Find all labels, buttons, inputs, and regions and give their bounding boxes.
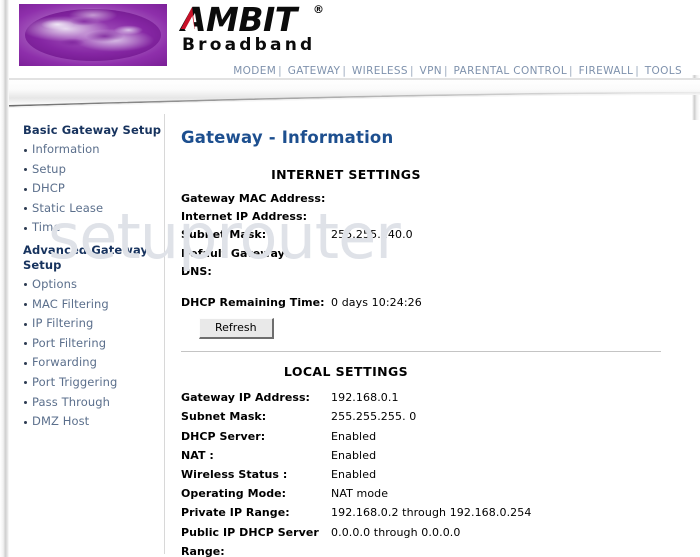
dhcp-remaining-time-table: DHCP Remaining Time: 0 days 10:24:26 — [181, 294, 422, 312]
sidebar-item-port-filtering[interactable]: Port Filtering — [23, 334, 163, 354]
sidebar-item-forwarding[interactable]: Forwarding — [23, 353, 163, 373]
nav-separator: | — [569, 65, 573, 77]
field-label-dns: DNS: — [181, 264, 212, 278]
field-value-local-subnet-mask: 255.255.255. 0 — [331, 410, 417, 424]
table-row: NAT : Enabled — [181, 446, 531, 465]
page-header: AMBIT ® Broadband MODEM | GATEWAY | WIRELE… — [9, 0, 700, 77]
table-row: Public IP DHCP Server Range: 0.0.0.0 thr… — [181, 523, 531, 557]
field-label-gateway-ip-address: Gateway IP Address: — [181, 391, 310, 405]
field-value-dhcp-server: Enabled — [331, 429, 377, 443]
field-label-operating-mode: Operating Mode: — [181, 487, 287, 501]
sidebar-heading-basic-gateway-setup: Basic Gateway Setup — [23, 123, 162, 137]
registered-mark: ® — [313, 3, 324, 16]
router-admin-page: AMBIT ® Broadband MODEM | GATEWAY | WIRELE… — [0, 0, 700, 557]
table-row: Subnet Mask: 255.255.240.0 — [181, 226, 413, 244]
table-row: Gateway IP Address: 192.168.0.1 — [181, 388, 531, 407]
field-label-private-ip-range: Private IP Range: — [181, 506, 290, 520]
sidebar-item-static-lease[interactable]: Static Lease — [23, 199, 163, 219]
table-row: Internet IP Address: — [181, 208, 413, 226]
sidebar-item-port-triggering[interactable]: Port Triggering — [23, 373, 163, 393]
sidebar-item-time[interactable]: Time — [23, 218, 163, 238]
refresh-button-row: Refresh — [199, 316, 693, 340]
nav-item-gateway[interactable]: GATEWAY — [288, 65, 341, 77]
internet-settings-table: Gateway MAC Address: Internet IP Address… — [181, 190, 413, 281]
brand-tagline: Broadband — [182, 35, 316, 55]
field-value-dhcp-remaining-time: 0 days 10:24:26 — [331, 296, 422, 310]
page-content: Basic Gateway Setup Information Setup DH… — [9, 112, 700, 557]
nav-separator: | — [443, 65, 448, 77]
header-divider-graphic — [9, 78, 700, 108]
sidebar-navigation: Basic Gateway Setup Information Setup DH… — [23, 123, 163, 432]
nav-item-tools[interactable]: TOOLS — [645, 65, 682, 77]
refresh-button[interactable]: Refresh — [199, 318, 274, 340]
brand-logo: AMBIT ® Broadband — [180, 2, 361, 64]
nav-item-vpn[interactable]: VPN — [420, 65, 442, 77]
field-label-dhcp-server: DHCP Server: — [181, 429, 266, 443]
field-value-public-ip-dhcp-server-range: 0.0.0.0 through 0.0.0.0 — [331, 525, 461, 539]
field-value-dns — [331, 263, 413, 281]
sidebar-item-ip-filtering[interactable]: IP Filtering — [23, 314, 163, 334]
sidebar-item-dmz-host[interactable]: DMZ Host — [23, 412, 163, 432]
window-left-border — [0, 0, 9, 557]
table-row: Subnet Mask: 255.255.255. 0 — [181, 407, 531, 426]
sidebar-item-setup[interactable]: Setup — [23, 160, 163, 180]
field-label-local-subnet-mask: Subnet Mask: — [181, 410, 267, 424]
globe-icon — [19, 4, 167, 66]
field-label-wireless-status: Wireless Status : — [181, 468, 288, 482]
sidebar-item-options[interactable]: Options — [23, 275, 163, 295]
sidebar-heading-advanced-gateway-setup: Advanced Gateway Setup — [23, 242, 149, 272]
field-value-gateway-ip-address: 192.168.0.1 — [331, 391, 399, 405]
nav-item-wireless[interactable]: WIRELESS — [352, 65, 408, 77]
local-settings-heading: LOCAL SETTINGS — [283, 364, 409, 380]
sidebar-item-information[interactable]: Information — [23, 140, 163, 160]
field-label-nat: NAT : — [181, 448, 214, 462]
field-value-wireless-status: Enabled — [331, 468, 377, 482]
table-row: Wireless Status : Enabled — [181, 465, 531, 484]
field-value-gateway-mac-address — [331, 190, 413, 208]
field-value-nat: Enabled — [331, 448, 377, 462]
table-row: Gateway MAC Address: — [181, 190, 413, 208]
nav-separator: | — [409, 65, 414, 77]
field-label-dhcp-remaining-time: DHCP Remaining Time: — [181, 296, 325, 310]
field-label-gateway-mac-address: Gateway MAC Address: — [181, 192, 326, 205]
nav-separator: | — [342, 65, 347, 77]
nav-item-modem[interactable]: MODEM — [233, 65, 276, 77]
field-label-default-gateway: Default Gateway: — [181, 246, 290, 260]
field-label-internet-ip-address: Internet IP Address: — [181, 210, 308, 224]
sidebar-divider — [164, 114, 165, 554]
nav-item-firewall[interactable]: FIREWALL — [579, 65, 634, 77]
main-panel: Gateway - Information INTERNET SETTINGS … — [173, 116, 693, 557]
table-row: DHCP Remaining Time: 0 days 10:24:26 — [181, 294, 422, 312]
field-value-default-gateway — [331, 245, 413, 263]
table-row: Operating Mode: NAT mode — [181, 484, 531, 503]
section-divider — [181, 351, 661, 353]
internet-settings-heading: INTERNET SETTINGS — [271, 167, 421, 182]
top-navigation: MODEM | GATEWAY | WIRELESS | VPN | PARENTAL … — [233, 65, 682, 77]
nav-item-parental-control[interactable]: PARENTAL CONTROL — [454, 65, 567, 77]
local-settings-table: Gateway IP Address: 192.168.0.1 Subnet M… — [181, 388, 531, 557]
sidebar-item-pass-through[interactable]: Pass Through — [23, 393, 163, 413]
field-label-public-ip-dhcp-server-range: Public IP DHCP Server Range: — [181, 525, 319, 557]
header-divider — [9, 78, 700, 110]
field-value-subnet-mask: 255.255.240.0 — [331, 228, 413, 242]
page-title: Gateway - Information — [181, 128, 394, 147]
sidebar-item-mac-filtering[interactable]: MAC Filtering — [23, 295, 163, 315]
field-value-operating-mode: NAT mode — [331, 487, 389, 501]
sidebar-item-dhcp[interactable]: DHCP — [23, 179, 163, 199]
table-row: Private IP Range: 192.168.0.2 through 19… — [181, 503, 531, 522]
nav-separator: | — [635, 65, 640, 77]
field-label-subnet-mask: Subnet Mask: — [181, 228, 267, 242]
field-value-private-ip-range: 192.168.0.2 through 192.168.0.254 — [331, 506, 532, 520]
table-row: DHCP Server: Enabled — [181, 427, 531, 446]
field-value-internet-ip-address — [331, 208, 413, 226]
table-row: DNS: — [181, 263, 413, 281]
nav-separator: | — [278, 65, 283, 77]
table-row: Default Gateway: — [181, 245, 413, 263]
